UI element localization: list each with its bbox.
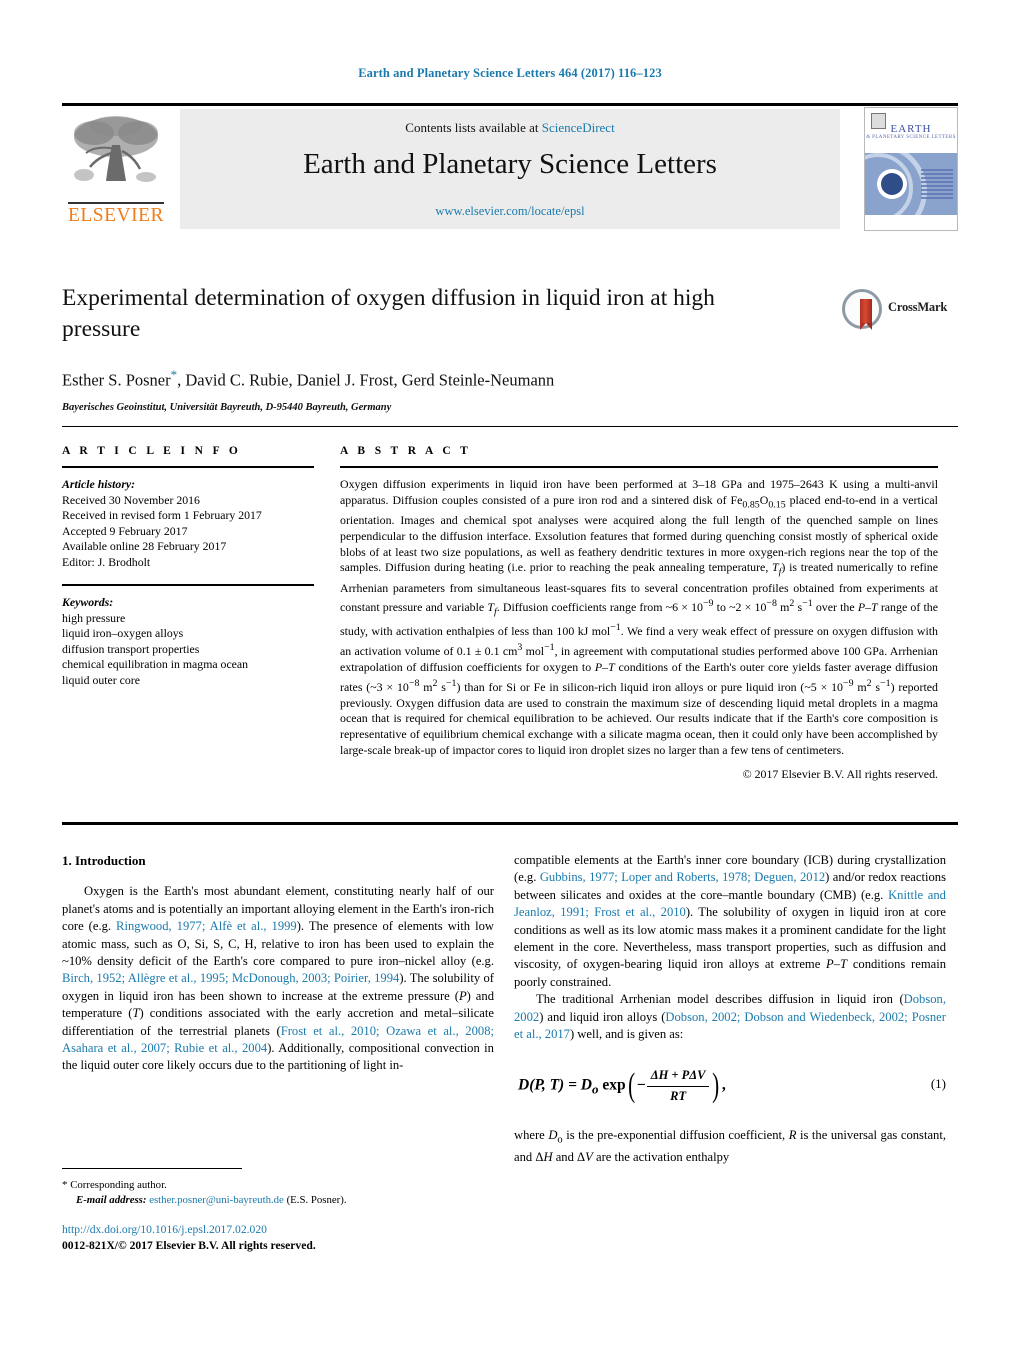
author-rest: , David C. Rubie, Daniel J. Frost, Gerd … [177,370,555,390]
body-column-right: compatible elements at the Earth's inner… [514,852,946,1167]
keyword-item: liquid outer core [62,672,140,687]
cover-globe-inner [881,173,903,195]
crossmark-ribbon-icon [860,299,872,330]
keywords-rule [62,584,314,587]
affiliation: Bayerisches Geoinstitut, Universität Bay… [62,401,392,413]
info-section-top-rule [62,426,958,427]
journal-title: Earth and Planetary Science Letters [303,148,717,180]
elsevier-divider [68,202,164,204]
crossmark-badge[interactable]: CrossMark [842,287,950,331]
abstract-copyright: © 2017 Elsevier B.V. All rights reserved… [742,766,938,781]
equation-fraction: ΔH + PΔV RT [646,1067,710,1105]
author-list: Esther S. Posner*, David C. Rubie, Danie… [62,367,958,391]
article-info-column: A R T I C L E I N F O Article history: R… [62,445,314,688]
elsevier-wordmark: ELSEVIER [67,205,165,226]
history-item: Accepted 9 February 2017 [62,523,188,538]
running-head: Earth and Planetary Science Letters 464 … [358,66,662,80]
cover-header: EARTH & PLANETARY SCIENCE LETTERS [865,108,957,153]
footnote-star: * [62,1179,68,1191]
intro-paragraph-left: Oxygen is the Earth's most abundant elem… [62,884,494,1073]
history-item: Available online 28 February 2017 [62,539,227,554]
history-item: Received in revised form 1 February 2017 [62,508,262,523]
contents-prefix: Contents lists available at [405,120,542,135]
journal-cover-thumbnail: EARTH & PLANETARY SCIENCE LETTERS [864,107,958,231]
keyword-item: chemical equilibration in magma ocean [62,657,249,672]
abstract-paragraph: Oxygen diffusion experiments in liquid i… [340,477,938,757]
article-info-heading: A R T I C L E I N F O [62,445,242,457]
article-info-rule [62,466,314,468]
article-history-heading: Article history: [62,477,136,491]
email-label: E-mail address: [76,1194,147,1206]
paper-page: Earth and Planetary Science Letters 464 … [0,0,1020,1351]
cover-globe [877,169,907,199]
equation-lhs: D(P, T) = D [518,1076,592,1094]
email-note: E-mail address: esther.posner@uni-bayreu… [62,1193,492,1208]
equation-numerator: ΔH + PΔV [650,1068,706,1083]
equation-exp: exp [602,1076,626,1094]
cover-text-lines [921,169,953,201]
footnote-block: * Corresponding author. E-mail address: … [62,1178,492,1208]
cover-title-line2: & PLANETARY SCIENCE LETTERS [866,135,956,140]
equation-1: D(P, T) = Do exp(− ΔH + PΔV RT), (1) [514,1063,946,1111]
abstract-rule [340,466,938,468]
page-title: Experimental determination of oxygen dif… [62,285,715,342]
keyword-item: high pressure [62,611,126,626]
sciencedirect-link[interactable]: ScienceDirect [542,120,615,135]
equation-1-body: D(P, T) = Do exp(− ΔH + PΔV RT), [518,1067,726,1105]
author-first: Esther S. Posner [62,370,171,390]
abstract-heading: A B S T R A C T [340,445,472,457]
abstract-column: A B S T R A C T Oxygen diffusion experim… [340,445,938,783]
corresponding-author-text: Corresponding author. [70,1179,167,1191]
keyword-item: liquid iron–oxygen alloys [62,626,184,641]
body-column-left: 1. Introduction Oxygen is the Earth's mo… [62,852,494,1075]
journal-masthead: ELSEVIER Contents lists available at Sci… [62,103,958,231]
masthead-top-rule [62,103,958,106]
history-item: Received 30 November 2016 [62,493,200,507]
keyword-item: diffusion transport properties [62,641,200,656]
crossmark-circle-icon [842,289,882,330]
intro-paragraph-right-3: where Do is the pre-exponential diffusio… [514,1128,946,1165]
email-suffix: (E.S. Posner). [286,1194,347,1206]
equation-close-paren: ) [712,1067,720,1105]
intro-paragraph-right-2: The traditional Arrhenian model describe… [514,992,946,1042]
equation-open-paren: ( [627,1067,635,1105]
doi-link[interactable]: http://dx.doi.org/10.1016/j.epsl.2017.02… [62,1222,492,1238]
elsevier-logo: ELSEVIER [62,109,170,229]
email-link[interactable]: esther.posner@uni-bayreuth.de [149,1194,284,1206]
corresponding-author-note: * Corresponding author. [62,1178,492,1193]
cover-artwork [865,153,957,215]
journal-url-link[interactable]: www.elsevier.com/locate/epsl [180,204,840,219]
title-block: Experimental determination of oxygen dif… [62,283,958,413]
equation-number: (1) [930,1076,946,1092]
equation-denominator: RT [646,1085,710,1105]
crossmark-label: CrossMark [888,300,948,314]
keywords-heading: Keywords: [62,595,114,610]
abstract-bottom-rule [62,822,958,825]
keywords-block: Keywords: high pressure liquid iron–oxyg… [62,584,314,688]
issn-copyright-line: 0012-821X/© 2017 Elsevier B.V. All right… [62,1239,316,1252]
abstract-text: Oxygen diffusion experiments in liquid i… [340,477,938,783]
elsevier-tree-icon [74,116,158,182]
intro-paragraph-right-1: compatible elements at the Earth's inner… [514,853,947,989]
section-heading-introduction: 1. Introduction [62,853,146,868]
cover-title-line1: EARTH [890,123,932,135]
footnote-rule [62,1168,242,1169]
journal-band: Contents lists available at ScienceDirec… [180,109,840,229]
cover-footer [865,217,957,230]
contents-available-line: Contents lists available at ScienceDirec… [180,120,840,136]
doi-block: http://dx.doi.org/10.1016/j.epsl.2017.02… [62,1222,492,1254]
history-item-editor: Editor: J. Brodholt [62,554,151,569]
